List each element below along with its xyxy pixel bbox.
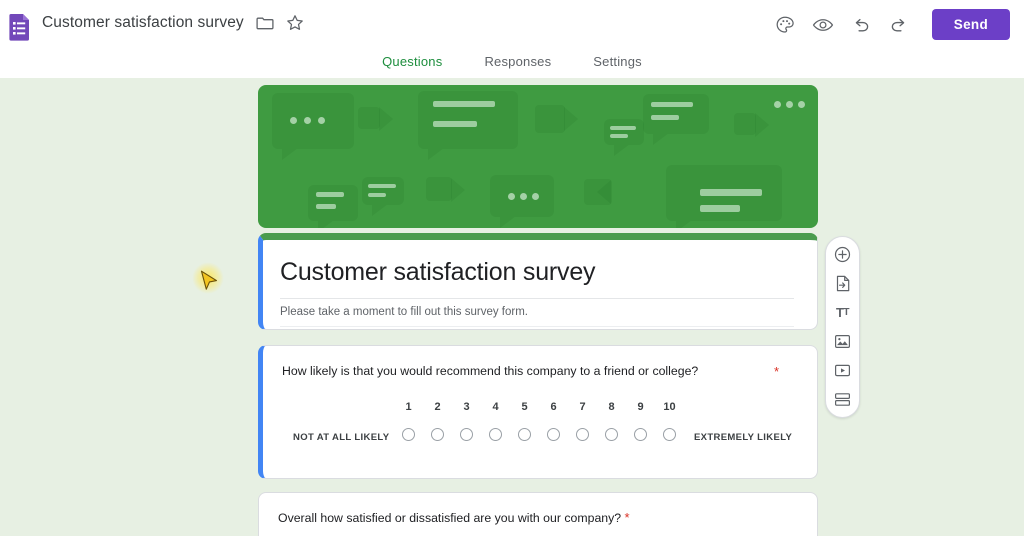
tab-settings[interactable]: Settings [585,52,650,81]
top-bar: Customer satisfaction survey Send Questi… [0,0,1024,81]
forms-icon[interactable] [8,13,32,41]
form-title-card[interactable]: Customer satisfaction survey Please take… [258,233,818,330]
form-header-banner-image[interactable] [258,85,818,228]
scale-radio-7[interactable] [576,428,589,441]
scale-radio-group [394,428,684,441]
scale-radio-6[interactable] [547,428,560,441]
scale-label-8: 8 [608,401,615,413]
scale-radio-4[interactable] [489,428,502,441]
folder-icon[interactable] [256,14,274,32]
scale-radio-10[interactable] [663,428,676,441]
scale-label-6: 6 [550,401,557,413]
star-icon[interactable] [286,14,304,32]
document-title-row: Customer satisfaction survey [42,14,304,32]
add-question-icon[interactable] [829,243,857,266]
tab-responses[interactable]: Responses [476,52,559,81]
scale-radio-wrap-5 [510,428,539,441]
scale-radio-wrap-8 [597,428,626,441]
scale-radio-3[interactable] [460,428,473,441]
scale-label-7: 7 [579,401,586,413]
google-forms-editor: Customer satisfaction survey Send Questi… [0,0,1024,538]
tab-questions[interactable]: Questions [374,52,451,81]
add-title-description-icon[interactable]: TT [829,301,857,324]
scale-label-5: 5 [521,401,528,413]
scale-radio-wrap-10 [655,428,684,441]
question-2-required-marker: * [624,510,630,525]
add-image-icon[interactable] [829,330,857,353]
send-button[interactable]: Send [931,9,1010,40]
form-title-text[interactable]: Customer satisfaction survey [280,258,596,287]
question-card-2[interactable]: Overall how satisfied or dissatisfied ar… [258,492,818,538]
theme-palette-icon[interactable] [774,14,796,36]
undo-icon[interactable] [850,14,872,36]
redo-icon[interactable] [888,14,910,36]
scale-label-2: 2 [434,401,441,413]
scale-radio-wrap-4 [481,428,510,441]
description-underline [280,326,794,327]
scale-radio-8[interactable] [605,428,618,441]
preview-eye-icon[interactable] [812,14,834,36]
question-2-row: Overall how satisfied or dissatisfied ar… [278,510,630,525]
scale-number-labels: 1 2 3 4 5 6 7 8 9 10 [394,401,684,413]
title-underline [280,298,794,299]
question-1-text[interactable]: How likely is that you would recommend t… [282,364,698,378]
scale-label-3: 3 [463,401,470,413]
scale-radio-1[interactable] [402,428,415,441]
scale-radio-wrap-1 [394,428,423,441]
scale-low-label: NOT AT ALL LIKELY [293,432,390,443]
import-questions-icon[interactable] [829,272,857,295]
scale-radio-5[interactable] [518,428,531,441]
scale-radio-2[interactable] [431,428,444,441]
editor-tabs: Questions Responses Settings [0,52,1024,81]
scale-label-10: 10 [663,401,676,413]
add-section-icon[interactable] [829,388,857,411]
scale-radio-wrap-6 [539,428,568,441]
scale-radio-9[interactable] [634,428,647,441]
scale-high-label: EXTREMELY LIKELY [694,432,793,443]
scale-radio-wrap-9 [626,428,655,441]
question-card-1[interactable]: How likely is that you would recommend t… [258,345,818,479]
question-1-required-marker: * [773,364,779,379]
scale-radio-wrap-2 [423,428,452,441]
form-description-text[interactable]: Please take a moment to fill out this su… [280,306,528,318]
add-item-toolbar: TT [825,236,860,418]
add-video-icon[interactable] [829,359,857,382]
top-bar-actions: Send [774,9,1010,40]
scale-label-1: 1 [405,401,412,413]
scale-radio-wrap-7 [568,428,597,441]
scale-label-9: 9 [637,401,644,413]
document-title[interactable]: Customer satisfaction survey [42,14,244,32]
question-2-text[interactable]: Overall how satisfied or dissatisfied ar… [278,511,621,525]
scale-radio-wrap-3 [452,428,481,441]
scale-label-4: 4 [492,401,499,413]
